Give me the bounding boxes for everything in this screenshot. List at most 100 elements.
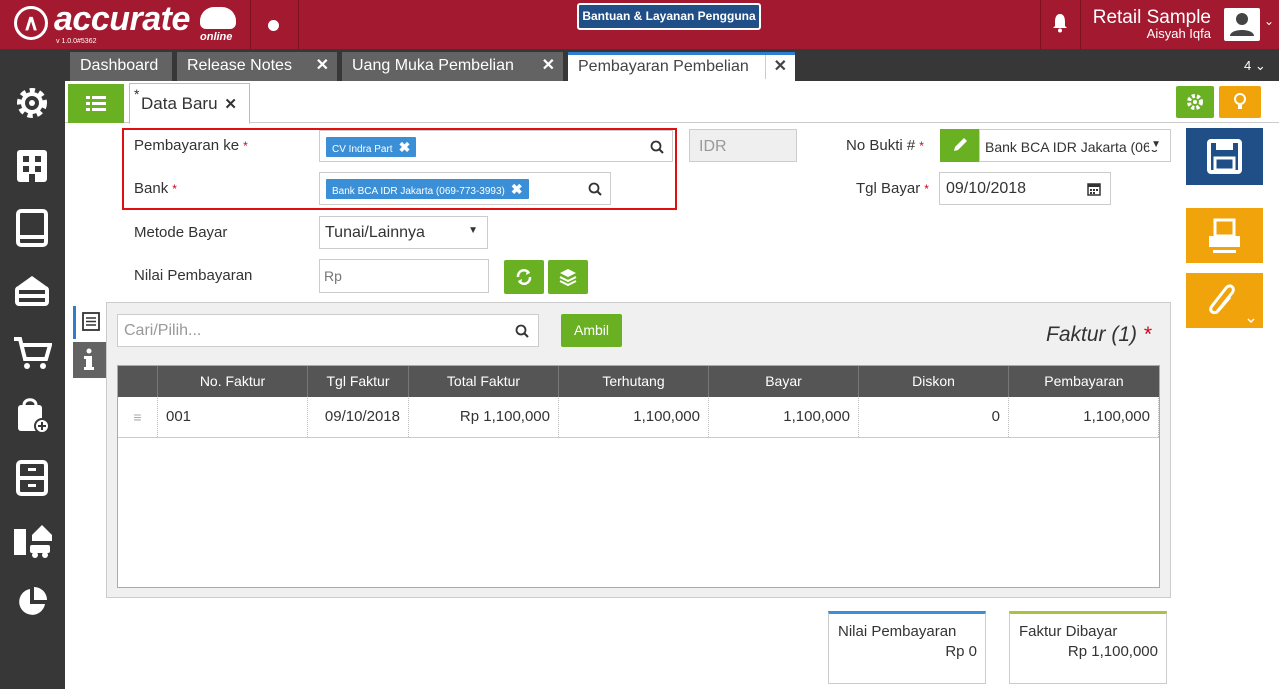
bank-chip[interactable]: Bank BCA IDR Jakarta (069-773-3993) ✖ <box>326 179 529 199</box>
close-icon[interactable]: ✕ <box>764 55 787 79</box>
cell-no-faktur: 001 <box>158 398 308 437</box>
search-icon[interactable] <box>515 324 529 338</box>
search-icon[interactable] <box>650 140 664 154</box>
help-button[interactable]: Bantuan & Layanan Pengguna <box>577 3 761 30</box>
vendor-chip[interactable]: CV Indra Part ✖ <box>326 137 417 157</box>
faktur-search-input[interactable]: Cari/Pilih... <box>117 314 539 347</box>
bank-label: Bank * <box>134 180 177 197</box>
metode-bayar-select[interactable]: Tunai/Lainnya ▼ <box>319 216 488 249</box>
metode-bayar-label: Metode Bayar <box>134 224 228 241</box>
settings-button[interactable] <box>1176 86 1214 118</box>
version-label: v 1.0.0#5362 <box>56 38 97 45</box>
search-icon[interactable] <box>588 182 602 196</box>
cell-bayar: 1,100,000 <box>709 398 859 437</box>
doc-tab-label: Data Baru <box>141 94 218 113</box>
list-icon <box>86 96 106 111</box>
detail-tab-info[interactable] <box>73 342 106 378</box>
close-icon[interactable]: ✕ <box>316 52 329 80</box>
printer-icon <box>1209 218 1240 253</box>
summary-value: Rp 0 <box>945 643 977 660</box>
tgl-bayar-value: 09/10/2018 <box>946 180 1027 197</box>
calendar-icon[interactable] <box>1087 182 1101 196</box>
tab-pembayaran-pembelian[interactable]: Pembayaran Pembelian ✕ <box>568 52 795 81</box>
column-header[interactable]: No. Faktur <box>158 366 308 397</box>
save-button[interactable] <box>1186 128 1263 185</box>
layers-button[interactable] <box>548 260 588 294</box>
edit-number-button[interactable] <box>940 129 979 162</box>
gear-icon <box>1187 94 1203 110</box>
summary-value: Rp 1,100,000 <box>1067 643 1158 660</box>
faktur-title: Faktur (1) * <box>1046 323 1152 346</box>
company-name[interactable]: Retail Sample <box>1086 8 1211 28</box>
drag-handle-icon[interactable]: ≡ <box>118 398 158 437</box>
user-avatar-icon <box>1230 13 1254 36</box>
report-pie-icon[interactable] <box>12 582 52 622</box>
print-button[interactable] <box>1186 208 1263 263</box>
remove-icon[interactable]: ✖ <box>399 139 411 155</box>
layers-icon <box>559 269 577 287</box>
recalculate-button[interactable] <box>504 260 544 294</box>
bank-chip-label: Bank BCA IDR Jakarta (069-773-3993) <box>332 186 505 197</box>
avatar[interactable] <box>1224 8 1260 41</box>
tab-label: Uang Muka Pembelian <box>352 57 514 74</box>
tab-dashboard[interactable]: Dashboard <box>70 52 172 81</box>
tips-button[interactable] <box>1219 86 1261 118</box>
header-divider <box>250 0 251 49</box>
summary-nilai-pembayaran: Nilai Pembayaran Rp 0 <box>828 611 986 684</box>
column-header[interactable]: Diskon <box>859 366 1009 397</box>
archive-icon[interactable] <box>12 458 52 498</box>
tab-release-notes[interactable]: Release Notes ✕ <box>177 52 337 81</box>
close-icon[interactable]: ✕ <box>542 52 555 80</box>
detail-tab-list[interactable] <box>73 306 106 339</box>
no-bukti-select[interactable]: Bank BCA IDR Jakarta (069 ▼ <box>979 129 1171 162</box>
bank-field[interactable]: Bank BCA IDR Jakarta (069-773-3993) ✖ <box>319 172 611 205</box>
tgl-bayar-label: Tgl Bayar * <box>856 180 929 197</box>
cell-terhutang: 1,100,000 <box>559 398 709 437</box>
assets-icon[interactable] <box>12 520 52 560</box>
no-bukti-value: Bank BCA IDR Jakarta (069 <box>985 139 1159 155</box>
notification-bell-icon[interactable] <box>1052 13 1068 33</box>
attachment-button[interactable] <box>1186 273 1263 328</box>
tab-label: Release Notes <box>187 57 292 74</box>
accurate-logo[interactable]: ∧ accurate online v 1.0.0#5362 <box>14 0 244 48</box>
vendor-chip-label: CV Indra Part <box>332 144 393 155</box>
tab-uang-muka-pembelian[interactable]: Uang Muka Pembelian ✕ <box>342 52 563 81</box>
summary-label: Faktur Dibayar <box>1019 623 1118 640</box>
tab-count-badge[interactable]: 4 ⌄ <box>1244 58 1266 74</box>
currency-field: IDR <box>689 129 797 162</box>
lightbulb-icon <box>1234 93 1246 109</box>
remove-icon[interactable]: ✖ <box>511 181 523 197</box>
column-header-handle <box>118 366 158 397</box>
cart-icon[interactable] <box>12 333 52 373</box>
list-view-button[interactable] <box>68 84 124 123</box>
ledger-icon[interactable] <box>12 208 52 248</box>
logo-mark-icon: ∧ <box>14 6 48 40</box>
logo-subtext: online <box>200 31 233 43</box>
cloud-icon <box>200 7 236 29</box>
user-name[interactable]: Aisyah Iqfa <box>1086 27 1211 41</box>
settings-icon[interactable] <box>12 83 52 123</box>
column-header[interactable]: Pembayaran <box>1009 366 1159 397</box>
tab-label: Pembayaran Pembelian <box>578 58 749 75</box>
chevron-down-icon[interactable]: ⌄ <box>1264 14 1274 28</box>
refresh-icon <box>516 269 532 285</box>
status-dot-icon[interactable] <box>268 20 279 31</box>
tgl-bayar-field[interactable]: 09/10/2018 <box>939 172 1111 205</box>
purchase-bag-icon[interactable] <box>12 395 52 435</box>
summary-label: Nilai Pembayaran <box>838 623 957 640</box>
column-header[interactable]: Tgl Faktur <box>308 366 409 397</box>
cell-diskon: 0 <box>859 398 1009 437</box>
doc-tab-data-baru[interactable]: * Data Baru ✕ <box>129 83 250 124</box>
column-header[interactable]: Total Faktur <box>409 366 559 397</box>
column-header[interactable]: Terhutang <box>559 366 709 397</box>
metode-bayar-value: Tunai/Lainnya <box>325 224 425 241</box>
vendor-field[interactable]: CV Indra Part ✖ <box>319 130 673 162</box>
logo-text: accurate <box>54 0 190 38</box>
nilai-pembayaran-input[interactable] <box>319 259 489 293</box>
dropdown-arrow-icon: ▼ <box>468 225 478 236</box>
column-header[interactable]: Bayar <box>709 366 859 397</box>
close-icon[interactable]: ✕ <box>224 95 237 113</box>
ambil-button[interactable]: Ambil <box>561 314 622 347</box>
company-icon[interactable] <box>12 146 52 186</box>
payment-icon[interactable] <box>12 270 52 310</box>
